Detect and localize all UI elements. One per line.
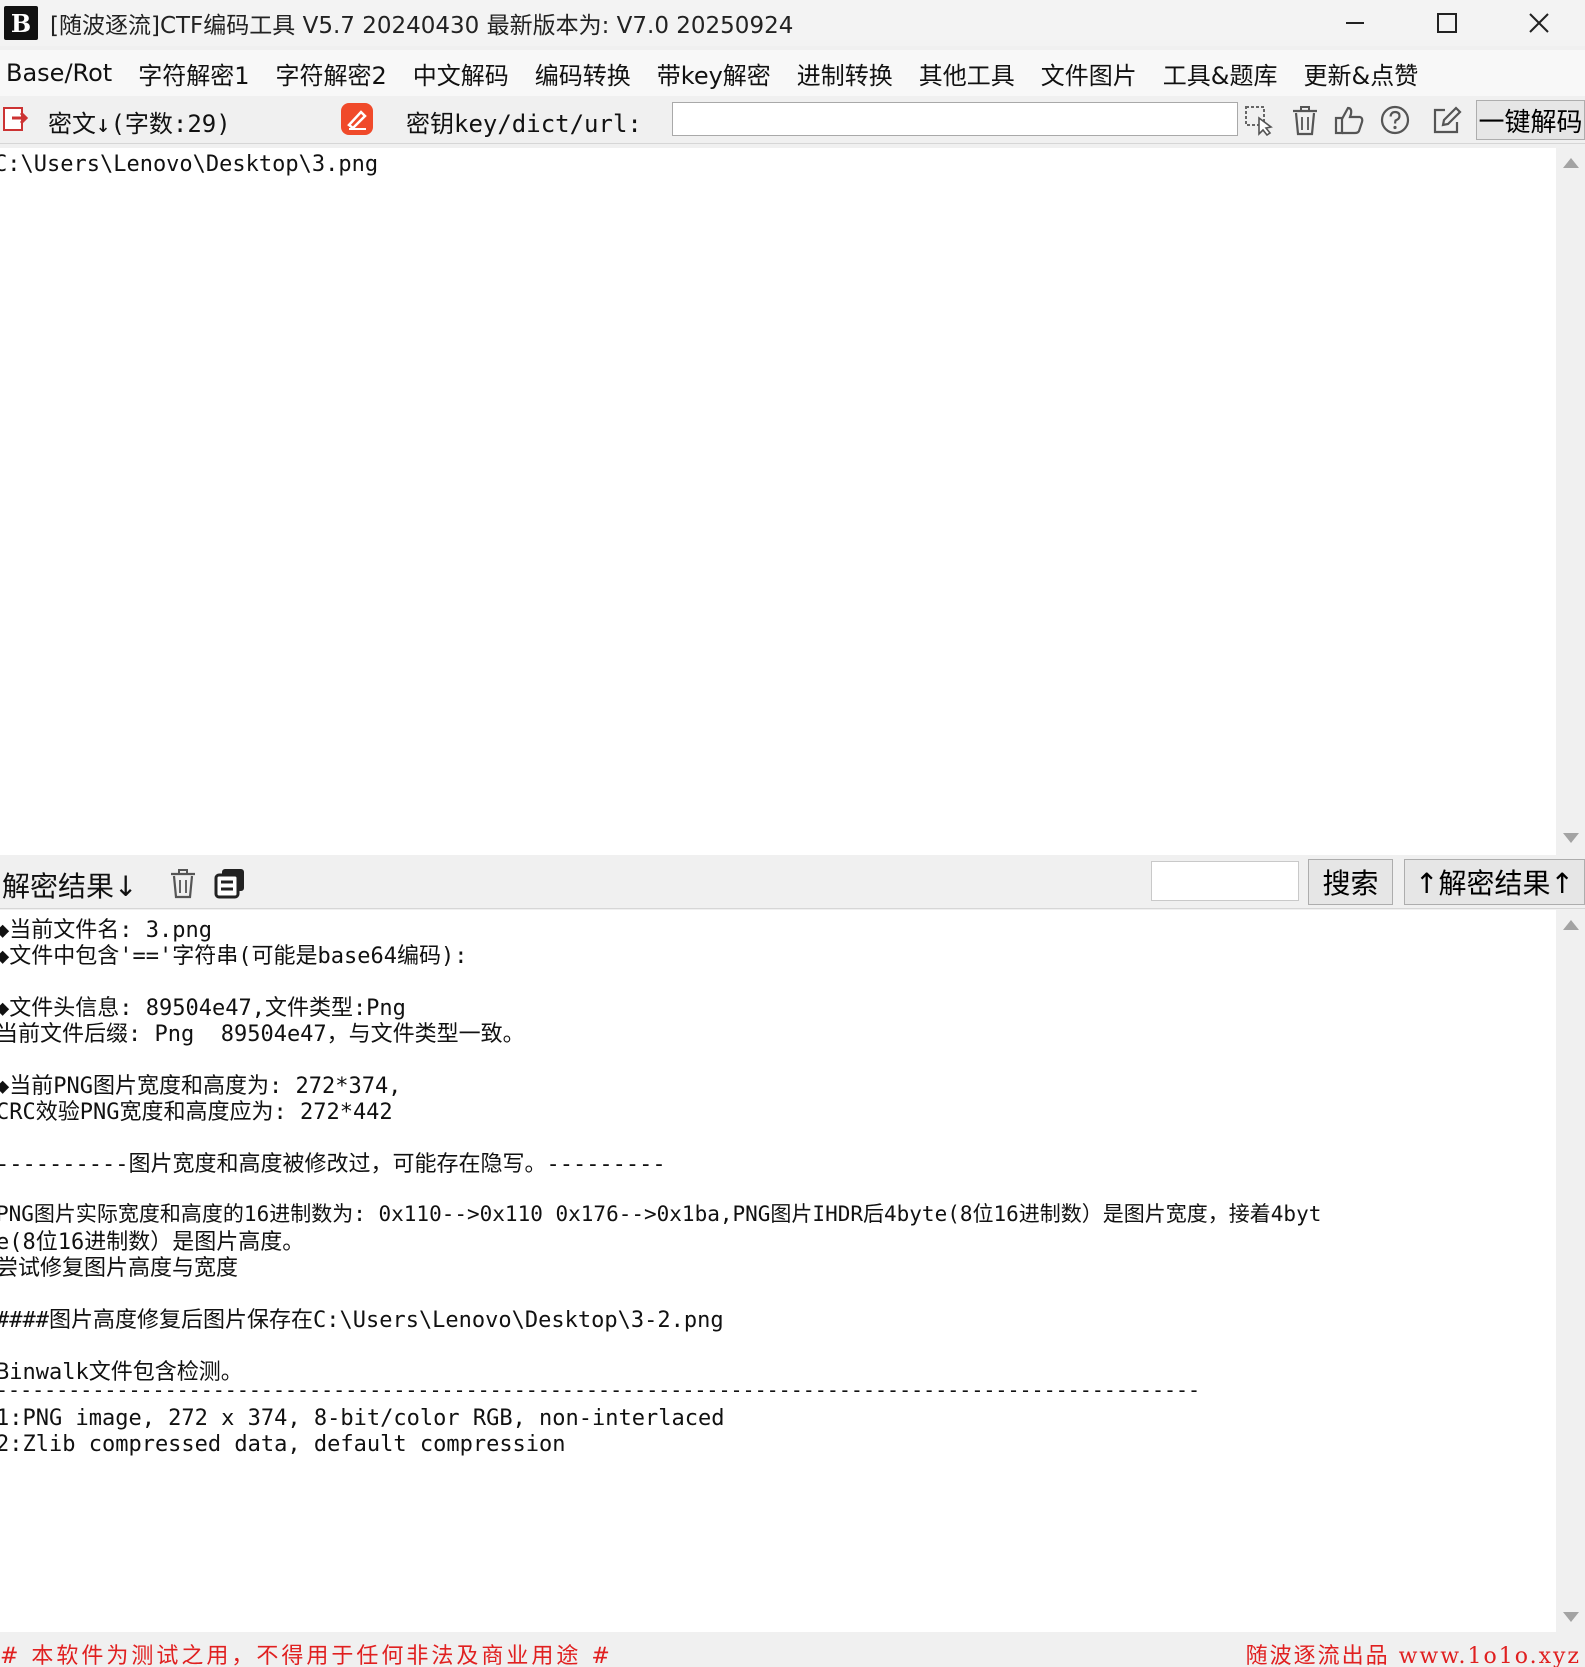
result-line: 当前文件后缀: Png 89504e47，与文件类型一致。 — [0, 1022, 525, 1047]
menu-char-decrypt-2[interactable]: 字符解密2 — [276, 56, 387, 91]
select-button[interactable] — [1240, 102, 1278, 138]
disclaimer-text: # 本软件为测试之用，不得用于任何非法及商业用途 # — [0, 1644, 613, 1667]
one-click-decode-button[interactable]: 一键解码 — [1476, 100, 1585, 140]
cipher-scrollbar[interactable] — [1556, 148, 1585, 855]
result-scrollbar[interactable] — [1556, 910, 1585, 1634]
result-line: 2:Zlib compressed data, default compress… — [0, 1432, 566, 1457]
edit-button[interactable] — [1428, 102, 1466, 138]
close-button[interactable] — [1493, 0, 1585, 46]
result-line: ####图片高度修复后图片保存在C:\Users\Lenovo\Desktop\… — [0, 1308, 724, 1333]
result-bar: 解密结果↓ 搜索 ↑解密结果↑ — [0, 855, 1585, 909]
like-button[interactable] — [1330, 102, 1368, 138]
menu-update-like[interactable]: 更新&点赞 — [1304, 56, 1419, 91]
search-input[interactable] — [1151, 861, 1299, 901]
help-icon — [1380, 105, 1410, 135]
status-bar: # 本软件为测试之用，不得用于任何非法及商业用途 # 随波逐流出品 www.1o… — [0, 1634, 1585, 1667]
title-bar: B [随波逐流]CTF编码工具 V5.7 20240430 最新版本为: V7.… — [0, 0, 1585, 46]
trash-icon — [171, 869, 195, 899]
key-label: 密钥key/dict/url: — [406, 110, 642, 138]
result-line: ----------图片宽度和高度被修改过，可能存在隐写。--------- — [0, 1152, 666, 1177]
menu-encoding-convert[interactable]: 编码转换 — [535, 56, 631, 91]
close-icon — [1529, 13, 1549, 33]
menu-base-rot[interactable]: Base/Rot — [6, 59, 112, 87]
key-input[interactable] — [672, 102, 1238, 136]
maximize-icon — [1437, 13, 1457, 33]
delete-button[interactable] — [1286, 102, 1324, 138]
copy-icon — [214, 869, 244, 899]
credit-text: 随波逐流出品 www.1o1o.xyz — [1245, 1644, 1581, 1667]
cipher-textarea[interactable]: C:\Users\Lenovo\Desktop\3.png — [0, 148, 1556, 855]
menu-other-tools[interactable]: 其他工具 — [919, 56, 1015, 91]
cipher-text: C:\Users\Lenovo\Desktop\3.png — [0, 152, 379, 177]
search-button[interactable]: 搜索 — [1308, 859, 1393, 905]
copy-result-button[interactable] — [214, 867, 246, 903]
menu-bar: Base/Rot 字符解密1 字符解密2 中文解码 编码转换 带key解密 进制… — [0, 50, 1585, 96]
maximize-button[interactable] — [1401, 0, 1493, 46]
menu-char-decrypt-1[interactable]: 字符解密1 — [138, 56, 249, 91]
menu-chinese-decode[interactable]: 中文解码 — [413, 56, 509, 91]
result-line: ----------------------------------------… — [0, 1378, 1201, 1402]
result-textarea[interactable]: ◆当前文件名: 3.png ◆文件中包含'=='字符串(可能是base64编码)… — [0, 910, 1556, 1632]
import-button[interactable] — [2, 104, 32, 138]
scroll-down-arrow-icon[interactable] — [1563, 1612, 1579, 1622]
result-line: CRC效验PNG宽度和高度应为: 272*442 — [0, 1100, 393, 1125]
thumbs-up-icon — [1334, 106, 1364, 135]
result-line: 1:PNG image, 272 x 374, 8-bit/color RGB,… — [0, 1406, 725, 1431]
import-icon — [3, 107, 29, 131]
move-result-up-button[interactable]: ↑解密结果↑ — [1404, 859, 1585, 905]
result-line: 尝试修复图片高度与宽度 — [0, 1256, 239, 1281]
minimize-button[interactable] — [1309, 0, 1401, 46]
eraser-icon — [341, 103, 373, 135]
trash-icon — [1293, 106, 1317, 136]
help-button[interactable] — [1376, 102, 1414, 138]
menu-radix-convert[interactable]: 进制转换 — [797, 56, 893, 91]
edit-icon — [1433, 106, 1462, 134]
minimize-icon — [1346, 22, 1364, 24]
menu-file-image[interactable]: 文件图片 — [1041, 56, 1137, 91]
window-title: [随波逐流]CTF编码工具 V5.7 20240430 最新版本为: V7.0 … — [50, 13, 794, 39]
scroll-up-arrow-icon[interactable] — [1563, 920, 1579, 930]
menu-key-decrypt[interactable]: 带key解密 — [657, 56, 771, 91]
select-cursor-icon — [1245, 106, 1273, 136]
clear-cipher-button[interactable] — [340, 102, 374, 140]
result-line: ◆文件中包含'=='字符串(可能是base64编码): — [0, 944, 468, 969]
app-logo-icon: B — [4, 6, 38, 40]
toolbar: 密文↓(字数:29) 密钥key/dict/url: 一键解码 — [0, 96, 1585, 144]
scroll-up-arrow-icon[interactable] — [1563, 158, 1579, 168]
scroll-down-arrow-icon[interactable] — [1563, 833, 1579, 843]
clear-result-button[interactable] — [168, 867, 198, 903]
cipher-label: 密文↓(字数:29) — [48, 110, 231, 138]
menu-tools-library[interactable]: 工具&题库 — [1163, 56, 1278, 91]
result-label: 解密结果↓ — [2, 870, 138, 903]
